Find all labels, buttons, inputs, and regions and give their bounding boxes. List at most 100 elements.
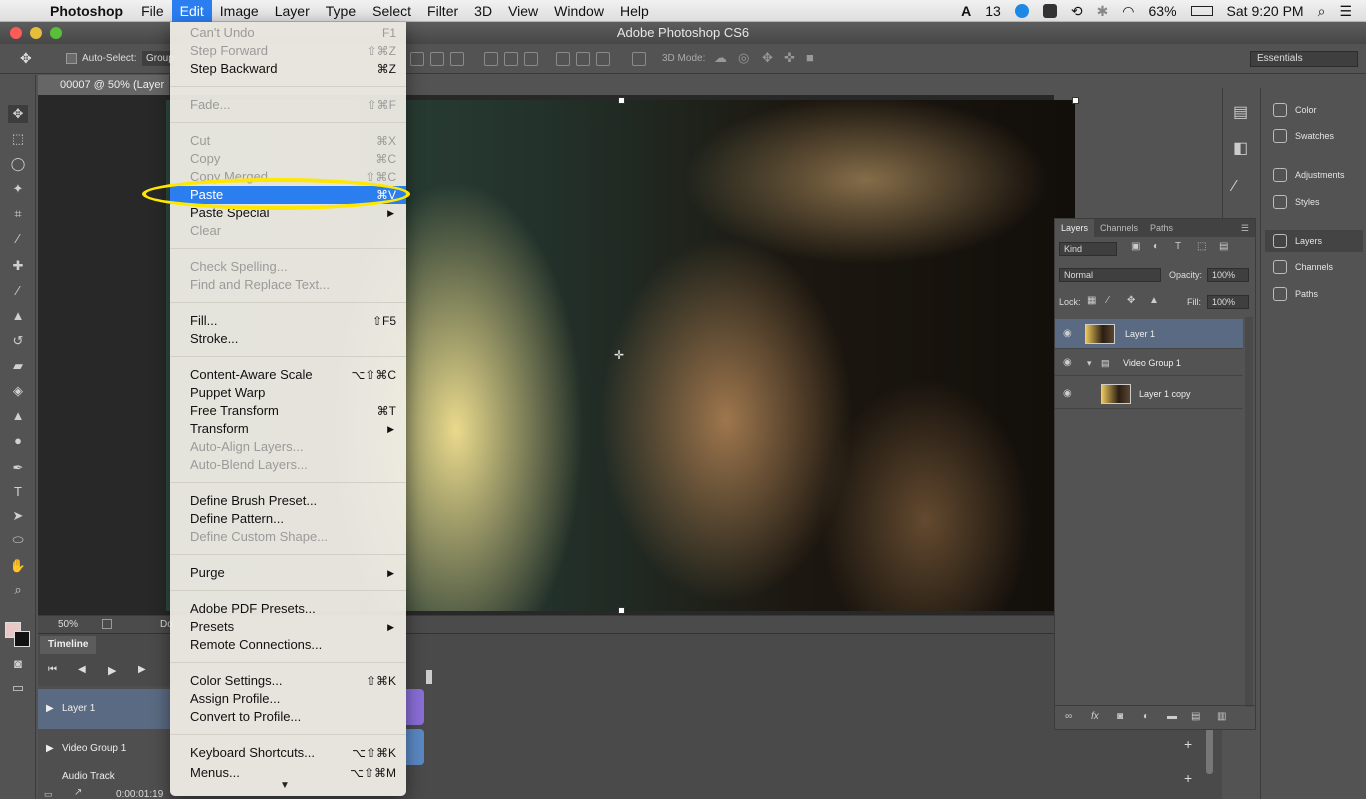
layer-style-icon[interactable]: fx (1091, 711, 1099, 722)
previous-frame-icon[interactable]: ◀ (78, 664, 86, 675)
clone-stamp-tool-icon[interactable]: ▲ (8, 307, 28, 325)
battery-icon[interactable] (1190, 6, 1213, 16)
adobe-icon[interactable]: A (961, 3, 971, 19)
timeline-track-video-group[interactable]: ▶ Video Group 1 (38, 729, 170, 769)
panel-menu-icon[interactable]: ☰ (1235, 219, 1255, 237)
eyedropper-tool-icon[interactable]: ⁄ (8, 230, 28, 248)
auto-select-checkbox[interactable] (66, 53, 77, 64)
menu-item-remote-connections[interactable]: Remote Connections... (170, 636, 406, 654)
filter-adjustment-icon[interactable]: ◐ (1153, 241, 1159, 252)
dock-swatches[interactable]: Swatches (1265, 125, 1363, 147)
expand-track-icon[interactable]: ▶ (46, 689, 54, 729)
dock-layers[interactable]: Layers (1265, 230, 1363, 252)
tab-layers[interactable]: Layers (1055, 219, 1095, 237)
menu-3d[interactable]: 3D (466, 0, 500, 22)
menu-layer[interactable]: Layer (267, 0, 318, 22)
blend-mode-dropdown[interactable]: Normal (1059, 268, 1161, 282)
menu-item-color-settings[interactable]: Color Settings... ⇧⌘K (170, 672, 406, 690)
dock-paths[interactable]: Paths (1265, 283, 1363, 305)
next-frame-icon[interactable]: ▶ (138, 664, 146, 675)
dock-adjustments[interactable]: Adjustments (1265, 164, 1363, 186)
eraser-tool-icon[interactable]: ▰ (8, 357, 28, 375)
zoom-tool-icon[interactable]: ⌕ (8, 581, 28, 599)
filter-smart-object-icon[interactable]: ▤ (1219, 241, 1228, 252)
timeline-clip-video-group[interactable] (406, 729, 424, 765)
distribute-vcenter-icon[interactable] (504, 52, 518, 66)
pen-tool-icon[interactable]: ✒ (8, 459, 28, 477)
close-window-button[interactable] (10, 27, 22, 39)
menu-item-menus[interactable]: Menus... ⌥⇧⌘M (170, 766, 406, 778)
distribute-right-icon[interactable] (596, 52, 610, 66)
history-brush-tool-icon[interactable]: ↺ (8, 332, 28, 350)
add-mask-icon[interactable]: ◙ (1117, 711, 1123, 722)
dodge-tool-icon[interactable]: ● (8, 432, 28, 450)
timeline-track-audio[interactable]: Audio Track (38, 770, 170, 784)
menu-filter[interactable]: Filter (419, 0, 466, 22)
battery-percent[interactable]: 63% (1149, 3, 1177, 19)
menu-help[interactable]: Help (612, 0, 657, 22)
playhead[interactable] (426, 670, 432, 684)
menu-item-define-pattern[interactable]: Define Pattern... (170, 510, 406, 528)
layer-row-video-group[interactable]: ◉ ▾ ▤ Video Group 1 (1055, 350, 1243, 376)
3d-pan-icon[interactable]: ✥ (762, 50, 773, 66)
blur-tool-icon[interactable]: ▲ (8, 407, 28, 425)
align-vcenter-icon[interactable] (430, 52, 444, 66)
marquee-tool-icon[interactable]: ⬚ (8, 130, 28, 148)
menu-item-presets[interactable]: Presets ▶ (170, 618, 406, 636)
dock-styles[interactable]: Styles (1265, 191, 1363, 213)
menu-item-keyboard-shortcuts[interactable]: Keyboard Shortcuts... ⌥⇧⌘K (170, 744, 406, 762)
menu-type[interactable]: Type (318, 0, 364, 22)
link-layers-icon[interactable]: ∞ (1065, 711, 1072, 722)
menu-view[interactable]: View (500, 0, 546, 22)
menu-item-convert-profile[interactable]: Convert to Profile... (170, 708, 406, 726)
search-icon[interactable]: ⌕ (1318, 3, 1326, 20)
properties-panel-icon[interactable]: ◧ (1233, 138, 1248, 158)
visibility-eye-icon[interactable]: ◉ (1063, 319, 1072, 349)
bluetooth-icon[interactable]: ✱ (1097, 3, 1109, 20)
menu-item-pdf-presets[interactable]: Adobe PDF Presets... (170, 600, 406, 618)
crop-tool-icon[interactable]: ⌗ (8, 205, 28, 223)
minimize-window-button[interactable] (30, 27, 42, 39)
menu-item-transform[interactable]: Transform ▶ (170, 420, 406, 438)
move-tool-icon[interactable]: ✥ (8, 105, 28, 123)
play-icon[interactable]: ▶ (108, 664, 116, 677)
distribute-left-icon[interactable] (556, 52, 570, 66)
layers-scrollbar[interactable] (1245, 317, 1253, 707)
transform-center-icon[interactable]: ✛ (614, 348, 624, 362)
brush-tool-icon[interactable]: ⁄ (8, 282, 28, 300)
visibility-eye-icon[interactable]: ◉ (1063, 350, 1072, 376)
new-layer-icon[interactable]: ▤ (1191, 711, 1200, 722)
menu-edit[interactable]: Edit (171, 0, 212, 22)
timeline-scrollbar[interactable] (1206, 728, 1213, 774)
transform-handle-tc[interactable] (618, 97, 625, 104)
fill-input[interactable]: 100% (1207, 295, 1249, 309)
distribute-top-icon[interactable] (484, 52, 498, 66)
auto-align-icon[interactable] (632, 52, 646, 66)
quick-selection-tool-icon[interactable]: ✦ (8, 180, 28, 198)
dock-color[interactable]: Color (1265, 99, 1363, 121)
lock-transparent-icon[interactable]: ▦ (1087, 295, 1096, 306)
status-menu-icon[interactable] (102, 619, 112, 629)
lock-all-icon[interactable]: ▲ (1149, 295, 1159, 306)
menu-item-content-aware-scale[interactable]: Content-Aware Scale ⌥⇧⌘C (170, 366, 406, 384)
menu-item-puppet-warp[interactable]: Puppet Warp (170, 384, 406, 402)
new-group-icon[interactable]: ▬ (1167, 711, 1177, 722)
expand-group-icon[interactable]: ▾ (1087, 350, 1092, 376)
path-selection-tool-icon[interactable]: ➤ (8, 507, 28, 525)
history-panel-icon[interactable]: ▤ (1233, 102, 1248, 122)
type-tool-icon[interactable]: T (8, 483, 28, 501)
menu-item-purge[interactable]: Purge ▶ (170, 564, 406, 582)
lock-image-icon[interactable]: ⁄ (1107, 295, 1109, 306)
dock-channels[interactable]: Channels (1265, 256, 1363, 278)
menu-scroll-down-icon[interactable]: ▼ (280, 780, 290, 791)
checkbox-status-icon[interactable] (1042, 4, 1057, 18)
app-status-icon[interactable] (1014, 4, 1029, 18)
timeline-track-layer-1[interactable]: ▶ Layer 1 (38, 689, 170, 729)
move-tool-preset-icon[interactable]: ✥ (20, 50, 32, 67)
delete-layer-icon[interactable]: ▥ (1217, 711, 1226, 722)
visibility-eye-icon[interactable]: ◉ (1063, 379, 1072, 409)
menu-item-free-transform[interactable]: Free Transform ⌘T (170, 402, 406, 420)
new-adjustment-icon[interactable]: ◐ (1143, 711, 1149, 722)
3d-roll-icon[interactable]: ◎ (738, 50, 749, 66)
add-audio-button[interactable]: + (1184, 770, 1192, 786)
